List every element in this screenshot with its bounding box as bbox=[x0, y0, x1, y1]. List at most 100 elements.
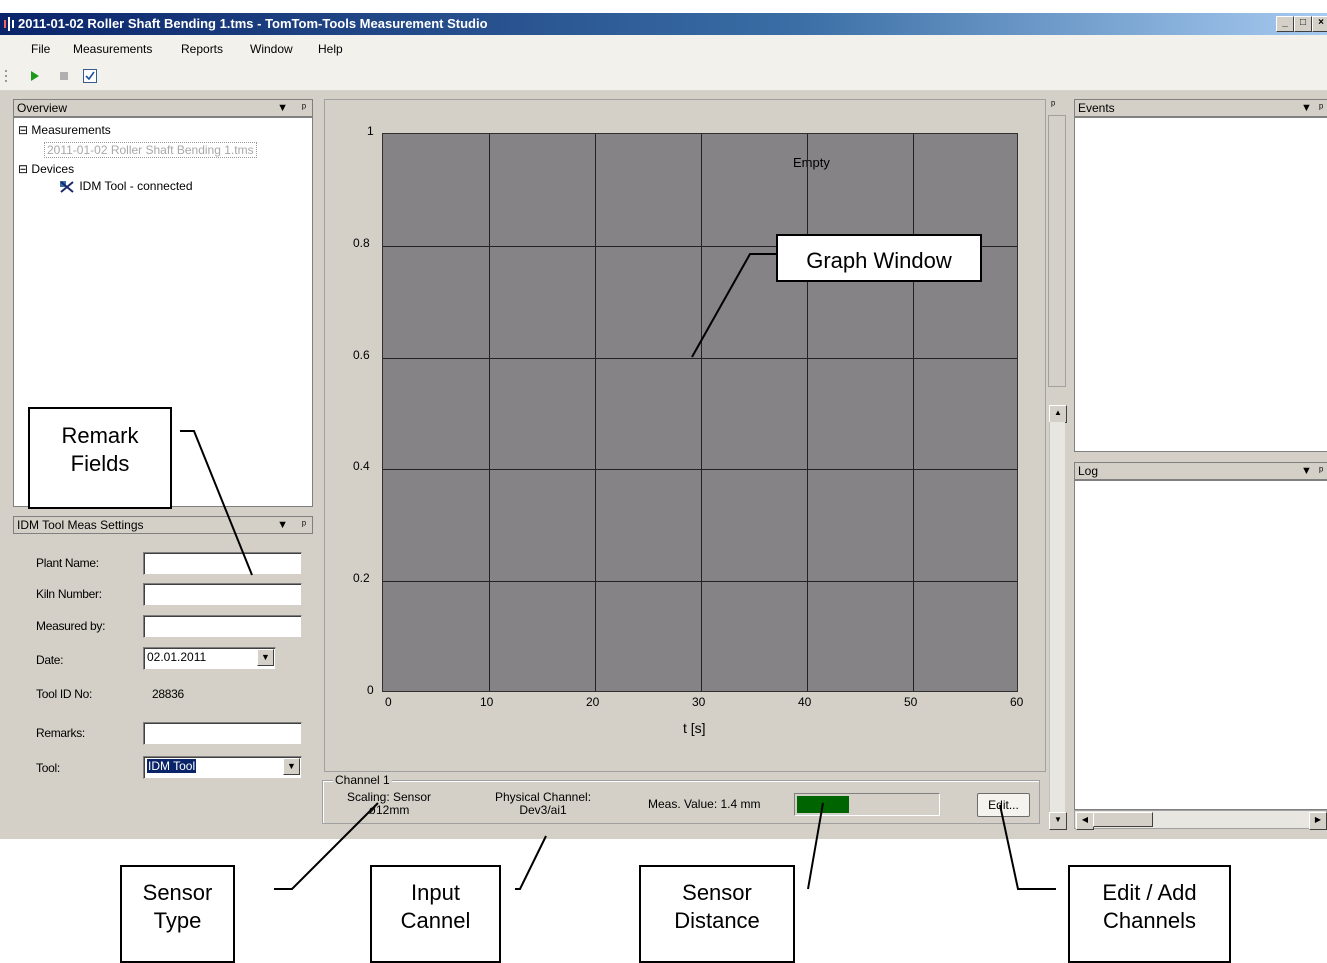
channel-group-label: Channel 1 bbox=[333, 773, 392, 787]
tree-label-devices: Devices bbox=[31, 162, 75, 176]
dropdown-arrow-icon[interactable]: ▼ bbox=[1301, 463, 1312, 479]
log-header: Log ▼ ᵖ bbox=[1074, 462, 1327, 480]
menu-reports[interactable]: Reports bbox=[181, 42, 223, 56]
edit-channel-button[interactable]: Edit... bbox=[977, 793, 1030, 817]
pin-icon[interactable]: ᵖ bbox=[302, 100, 306, 116]
menu-help[interactable]: Help bbox=[318, 42, 343, 56]
callout-remark-line1: Remark bbox=[61, 423, 139, 448]
callout-distance-line1: Sensor bbox=[682, 880, 752, 905]
scrollbar-thumb[interactable] bbox=[1093, 812, 1153, 827]
date-value: 02.01.2011 bbox=[147, 650, 207, 664]
y-tick-label: 0.4 bbox=[353, 459, 370, 474]
x-tick-label: 60 bbox=[1010, 695, 1024, 709]
dropdown-arrow-icon[interactable]: ▼ bbox=[257, 649, 274, 666]
pin-icon[interactable]: ᵖ bbox=[1051, 99, 1055, 111]
callout-sensor-type-line1: Sensor bbox=[142, 880, 213, 905]
measured-by-input[interactable] bbox=[143, 615, 302, 638]
device-status-label: IDM Tool - connected bbox=[79, 179, 193, 194]
plot-annotation: Empty bbox=[793, 155, 830, 170]
y-tick-label: 0 bbox=[367, 683, 374, 697]
toolbar bbox=[0, 63, 1327, 91]
log-title: Log bbox=[1078, 464, 1099, 478]
events-list bbox=[1074, 117, 1327, 452]
callout-graph-window: Graph Window bbox=[776, 234, 982, 282]
tree-item-measurement-file[interactable]: 2011-01-02 Roller Shaft Bending 1.tms bbox=[44, 142, 257, 158]
tree-node-measurements[interactable]: ⊟ Measurements bbox=[18, 123, 111, 137]
checkbox-icon[interactable] bbox=[83, 69, 97, 83]
dropdown-arrow-icon[interactable]: ▼ bbox=[277, 517, 288, 533]
y-tick-label: 1 bbox=[367, 124, 374, 138]
menu-window[interactable]: Window bbox=[250, 42, 293, 56]
callout-sensor-type: Sensor Type bbox=[120, 865, 235, 963]
date-picker[interactable]: 02.01.2011 ▼ bbox=[143, 647, 276, 670]
menu-measurements[interactable]: Measurements bbox=[73, 42, 152, 56]
app-icon bbox=[4, 17, 14, 31]
callout-edit-add-channels: Edit / Add Channels bbox=[1068, 865, 1231, 963]
scroll-down-button[interactable]: ▼ bbox=[1049, 812, 1067, 830]
pin-icon[interactable]: ᵖ bbox=[302, 517, 306, 533]
x-tick-label: 0 bbox=[385, 695, 392, 709]
stop-icon[interactable] bbox=[57, 69, 71, 83]
sensor-level-fill bbox=[797, 796, 849, 813]
tree-label-measurements: Measurements bbox=[31, 123, 111, 137]
scaling-info: Scaling: Sensor ø12mm bbox=[329, 791, 449, 817]
tool-select[interactable]: IDM Tool ▼ bbox=[143, 756, 302, 779]
callout-input-line1: Input bbox=[411, 880, 460, 905]
callout-remark-line2: Fields bbox=[70, 451, 130, 476]
physical-channel-info: Physical Channel: Dev3/ai1 bbox=[483, 791, 603, 817]
minimize-button[interactable]: _ bbox=[1276, 16, 1294, 32]
y-tick-label: 0.2 bbox=[353, 571, 370, 586]
callout-sensor-type-line2: Type bbox=[153, 908, 202, 933]
physical-line2: Dev3/ai1 bbox=[519, 803, 567, 817]
tool-label: Tool: bbox=[36, 761, 60, 775]
x-tick-label: 30 bbox=[692, 695, 706, 709]
overview-header: Overview ▼ ᵖ bbox=[13, 99, 313, 117]
tree-node-devices[interactable]: ⊟ Devices bbox=[18, 162, 74, 176]
y-gridline bbox=[383, 357, 1017, 359]
overview-title: Overview bbox=[17, 101, 68, 115]
settings-form: Plant Name: Kiln Number: Measured by: Da… bbox=[13, 534, 313, 834]
plot-area: Empty bbox=[382, 133, 1018, 692]
x-gridline bbox=[807, 134, 808, 691]
remarks-input[interactable] bbox=[143, 722, 302, 745]
callout-sensor-distance: Sensor Distance bbox=[639, 865, 795, 963]
log-horizontal-scrollbar[interactable]: ◀ ▶ bbox=[1074, 810, 1327, 830]
y-tick-label: 0.8 bbox=[353, 235, 370, 250]
menu-file[interactable]: File bbox=[31, 42, 50, 56]
side-strip: ᵖ ▲ ▼ bbox=[1046, 99, 1070, 830]
x-tick-label: 40 bbox=[798, 695, 812, 709]
scroll-left-button[interactable]: ◀ bbox=[1076, 812, 1094, 830]
device-tool-icon bbox=[60, 181, 74, 193]
close-button[interactable]: × bbox=[1312, 16, 1327, 32]
collapse-icon[interactable]: ⊟ bbox=[18, 123, 28, 137]
tool-select-value: IDM Tool bbox=[147, 759, 197, 773]
y-gridline bbox=[383, 581, 1017, 583]
callout-input-channel: Input Cannel bbox=[370, 865, 501, 963]
pin-icon[interactable]: ᵖ bbox=[1319, 463, 1323, 479]
x-tick-label: 20 bbox=[586, 695, 600, 709]
tree-item-device[interactable]: IDM Tool - connected bbox=[58, 179, 193, 195]
plant-name-input[interactable] bbox=[143, 552, 302, 575]
dropdown-arrow-icon[interactable]: ▼ bbox=[277, 100, 288, 116]
vertical-scrollbar-track[interactable] bbox=[1049, 422, 1065, 812]
maximize-button[interactable]: □ bbox=[1294, 16, 1312, 32]
x-tick-label: 50 bbox=[904, 695, 918, 709]
kiln-number-input[interactable] bbox=[143, 583, 302, 606]
date-label: Date: bbox=[36, 653, 64, 667]
toolbar-grip-icon bbox=[5, 70, 7, 82]
x-gridline bbox=[913, 134, 914, 691]
dropdown-arrow-icon[interactable]: ▼ bbox=[1301, 100, 1312, 116]
remarks-label: Remarks: bbox=[36, 726, 85, 740]
callout-edit-line1: Edit / Add bbox=[1102, 880, 1197, 905]
tool-id-label: Tool ID No: bbox=[36, 687, 93, 701]
dropdown-arrow-icon[interactable]: ▼ bbox=[283, 758, 300, 775]
x-tick-label: 10 bbox=[480, 695, 494, 709]
channel-group: Channel 1 Scaling: Sensor ø12mm Physical… bbox=[322, 773, 1040, 824]
events-collapsed-tab[interactable] bbox=[1048, 115, 1066, 387]
collapse-icon[interactable]: ⊟ bbox=[18, 162, 28, 176]
play-icon[interactable] bbox=[28, 69, 42, 83]
x-axis-label: t [s] bbox=[683, 720, 706, 736]
scroll-up-button[interactable]: ▲ bbox=[1049, 405, 1067, 423]
scroll-right-button[interactable]: ▶ bbox=[1309, 812, 1327, 830]
pin-icon[interactable]: ᵖ bbox=[1319, 100, 1323, 116]
